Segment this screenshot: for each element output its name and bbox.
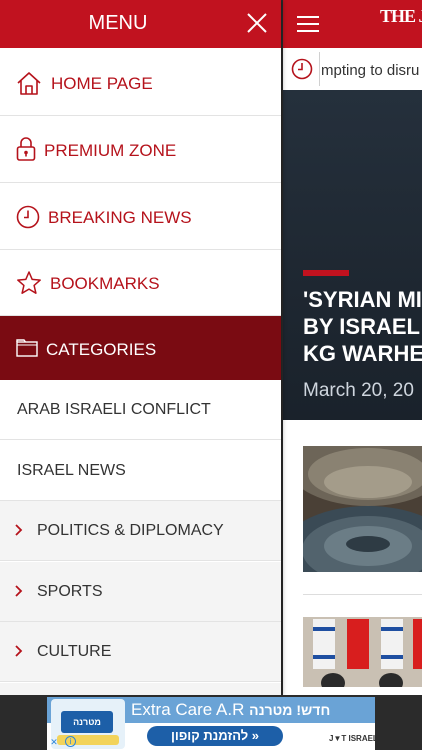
category-politics-diplomacy[interactable]: POLITICS & DIPLOMACY (0, 501, 281, 561)
menu-item-bookmarks[interactable]: BOOKMARKS (0, 250, 281, 316)
menu-item-label: BREAKING NEWS (48, 208, 192, 227)
chevron-right-icon (15, 585, 23, 597)
category-culture[interactable]: CULTURE (0, 622, 281, 682)
menu-item-label: PREMIUM ZONE (44, 141, 177, 160)
hero-title: 'SYRIAN MIS BY ISRAEL C KG WARHEA (303, 287, 422, 366)
hero-date: March 20, 20 (303, 380, 414, 401)
ad-sponsor: J▼T ISRAEL (329, 734, 375, 743)
article-thumbnail-flags[interactable] (303, 617, 422, 687)
drawer-title: MENU (88, 12, 148, 34)
menu-item-premium-zone[interactable]: PREMIUM ZONE (0, 117, 281, 183)
article-separator (303, 594, 422, 595)
category-label: SPORTS (37, 583, 103, 600)
side-drawer: MENU HOME PAGE PREMIUM ZONE BREAKING NEW… (0, 0, 281, 695)
app-header: THE J (283, 0, 422, 48)
article-thumbnail-assembly[interactable] (303, 446, 422, 572)
home-icon (17, 72, 41, 95)
ticker-divider (319, 52, 320, 86)
flags-image (303, 617, 422, 687)
app-logo[interactable]: THE J (380, 6, 422, 27)
ticker-text: mpting to disru (321, 62, 420, 79)
article-feed: THE J mpting to disru 'SYRIAN MIS BY ISR… (283, 0, 422, 695)
ad-product-image: מטרנה (51, 699, 125, 749)
menu-item-label: BOOKMARKS (50, 274, 160, 293)
folder-icon (16, 339, 38, 357)
category-label: POLITICS & DIPLOMACY (37, 522, 224, 539)
categories-label: CATEGORIES (46, 340, 157, 359)
category-arab-israeli-conflict[interactable]: ARAB ISRAELI CONFLICT (0, 380, 281, 440)
clock-icon (16, 205, 40, 229)
breaking-ticker[interactable]: mpting to disru (283, 48, 422, 90)
ad-banner[interactable]: מטרנה Extra Care A.R חדש! מטרנה להזמנת ק… (47, 697, 375, 750)
lock-icon (16, 137, 36, 161)
ad-brand-text: חדש! מטרנה (249, 702, 331, 718)
hero-accent-bar (303, 270, 349, 276)
menu-item-label: HOME PAGE (51, 74, 153, 93)
category-sports[interactable]: SPORTS (0, 562, 281, 622)
clock-icon (291, 58, 313, 80)
hero-article[interactable]: 'SYRIAN MIS BY ISRAEL C KG WARHEA March … (283, 90, 422, 420)
drawer-header: MENU (0, 0, 281, 48)
info-icon[interactable]: i (65, 736, 76, 747)
ad-product-label: מטרנה (61, 711, 113, 733)
categories-header[interactable]: CATEGORIES (0, 316, 281, 380)
chevron-right-icon (15, 645, 23, 657)
category-label: ISRAEL NEWS (17, 462, 126, 479)
ad-title: Extra Care A.R חדש! מטרנה (131, 700, 330, 720)
close-icon[interactable] (246, 12, 268, 34)
chevron-right-icon (15, 524, 23, 536)
ad-title-text: Extra Care A.R (131, 700, 245, 719)
menu-item-home[interactable]: HOME PAGE (0, 50, 281, 116)
ad-cta-button[interactable]: להזמנת קופון » (147, 726, 283, 746)
menu-item-breaking-news[interactable]: BREAKING NEWS (0, 184, 281, 250)
category-next-partial[interactable] (0, 683, 281, 695)
star-icon (17, 271, 41, 294)
category-label: CULTURE (37, 643, 112, 660)
assembly-hall-image (303, 446, 422, 572)
close-icon[interactable]: ✕ (49, 737, 59, 747)
hamburger-menu-icon[interactable] (297, 15, 319, 33)
category-label: ARAB ISRAELI CONFLICT (17, 401, 211, 418)
category-israel-news[interactable]: ISRAEL NEWS (0, 441, 281, 501)
